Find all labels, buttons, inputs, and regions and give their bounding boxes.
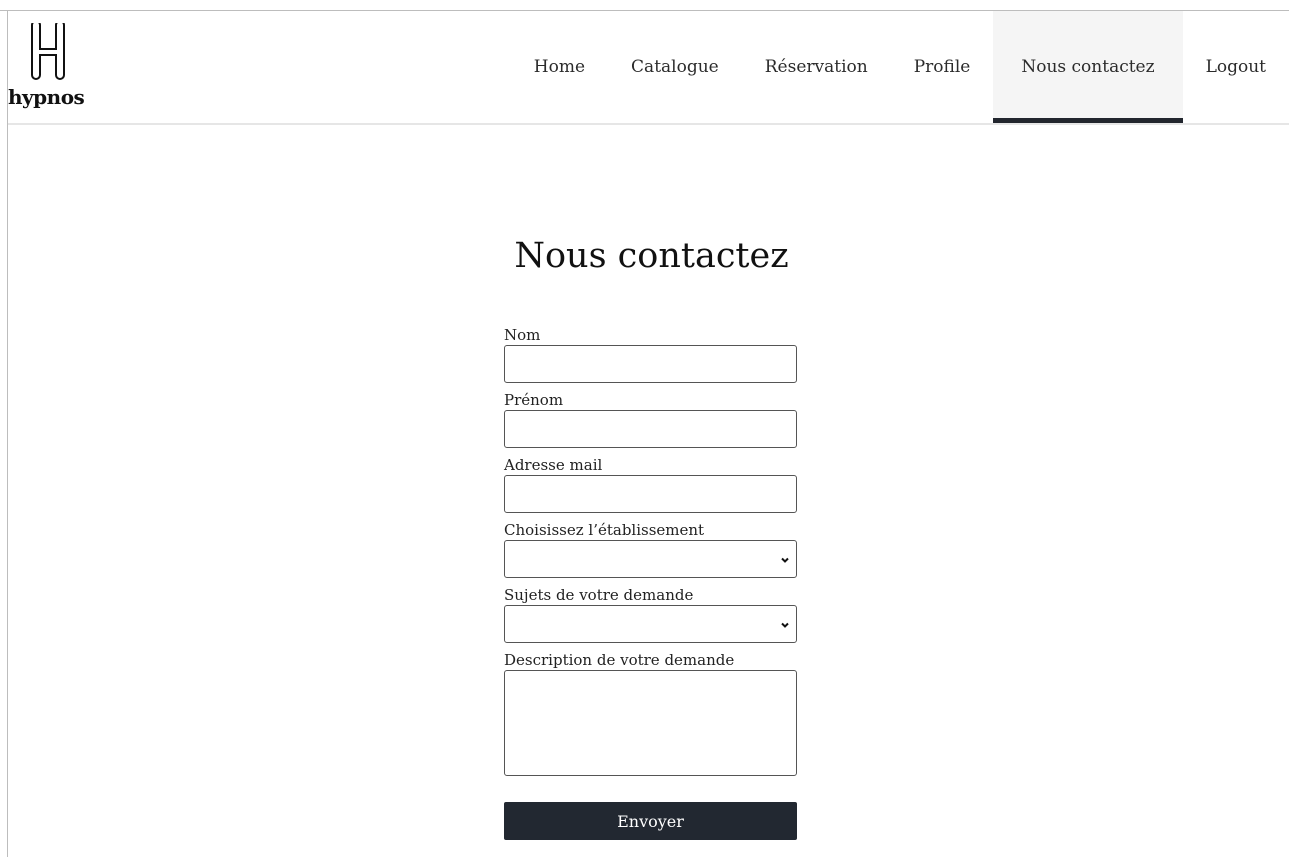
- etablissement-label: Choisissez l’établissement: [504, 521, 705, 539]
- sujet-select[interactable]: [504, 605, 797, 643]
- contact-form: Nom Prénom Adresse mail Choisissez l’éta…: [504, 325, 797, 840]
- submit-button[interactable]: Envoyer: [504, 802, 797, 840]
- sujet-label: Sujets de votre demande: [504, 586, 694, 604]
- chevron-down-icon: [781, 557, 789, 563]
- email-label: Adresse mail: [504, 456, 603, 474]
- brand-logo[interactable]: hypnos: [8, 19, 98, 109]
- brand-name: hypnos: [8, 85, 85, 109]
- top-navbar: hypnos Home Catalogue Réservation Profil…: [8, 11, 1289, 125]
- description-textarea[interactable]: [504, 670, 797, 776]
- email-input[interactable]: [504, 475, 797, 513]
- nav-profile[interactable]: Profile: [891, 11, 994, 123]
- nav-catalogue[interactable]: Catalogue: [608, 11, 742, 123]
- letter-h-logo-icon: [31, 23, 65, 80]
- main-nav: Home Catalogue Réservation Profile Nous …: [511, 11, 1289, 123]
- nom-label: Nom: [504, 326, 541, 344]
- prenom-label: Prénom: [504, 391, 564, 409]
- nav-contact[interactable]: Nous contactez: [993, 11, 1183, 123]
- description-label: Description de votre demande: [504, 651, 735, 669]
- nav-reservation[interactable]: Réservation: [742, 11, 891, 123]
- nom-input[interactable]: [504, 345, 797, 383]
- page-title: Nous contactez: [514, 236, 789, 276]
- window-left-border: [7, 10, 8, 857]
- etablissement-select[interactable]: [504, 540, 797, 578]
- chevron-down-icon: [781, 622, 789, 628]
- nav-home[interactable]: Home: [511, 11, 608, 123]
- nav-logout[interactable]: Logout: [1183, 11, 1289, 123]
- prenom-input[interactable]: [504, 410, 797, 448]
